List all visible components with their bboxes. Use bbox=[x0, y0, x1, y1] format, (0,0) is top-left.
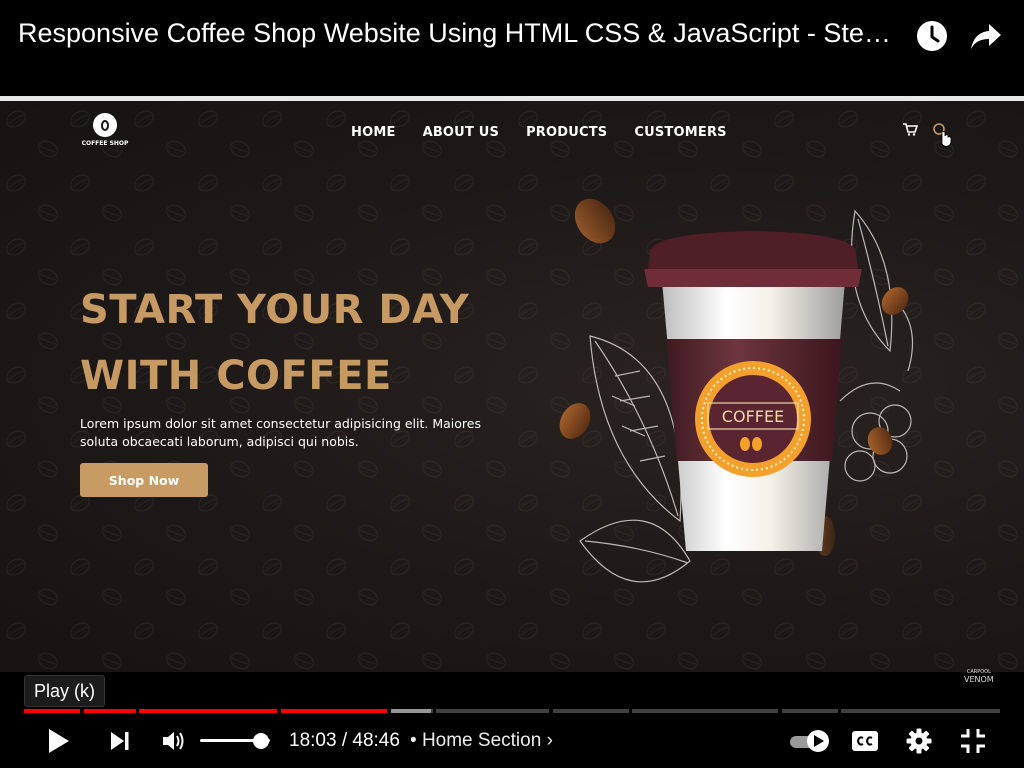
settings-button[interactable] bbox=[898, 720, 940, 762]
top-bar: Responsive Coffee Shop Website Using HTM… bbox=[0, 0, 1024, 96]
coffee-cup-illustration: COFFEE bbox=[559, 198, 914, 583]
video-frame[interactable]: COFFEE SHOP HOME ABOUT US PRODUCTS CUSTO… bbox=[0, 96, 1024, 672]
shop-now-button: Shop Now bbox=[80, 463, 208, 497]
site-icons bbox=[902, 122, 954, 148]
site-nav-about: ABOUT US bbox=[422, 125, 500, 140]
video-player[interactable]: Responsive Coffee Shop Website Using HTM… bbox=[0, 0, 1024, 768]
hero-paragraph: Lorem ipsum dolor sit amet consectetur a… bbox=[80, 416, 481, 449]
chapter-segment[interactable] bbox=[84, 709, 136, 713]
exit-fullscreen-button[interactable] bbox=[952, 720, 994, 762]
chapter-segment[interactable] bbox=[281, 709, 387, 713]
progress-bar[interactable] bbox=[24, 709, 1000, 713]
cup-label: COFFEE bbox=[722, 407, 784, 426]
captions-icon bbox=[852, 731, 878, 751]
duration: 48:46 bbox=[352, 730, 400, 751]
chapter-bullet: • bbox=[410, 730, 417, 751]
next-button[interactable] bbox=[100, 720, 140, 762]
chapter-segment[interactable] bbox=[139, 709, 277, 713]
coffee-bean bbox=[574, 198, 616, 244]
played-fill bbox=[281, 709, 387, 713]
watch-later-button[interactable] bbox=[912, 16, 952, 56]
current-time: 18:03 bbox=[289, 730, 337, 751]
volume-knob[interactable] bbox=[253, 733, 269, 749]
chapter-segment[interactable] bbox=[841, 709, 1000, 713]
chevron-right-icon: › bbox=[546, 730, 553, 751]
mute-button[interactable] bbox=[154, 720, 194, 762]
video-title[interactable]: Responsive Coffee Shop Website Using HTM… bbox=[18, 18, 898, 49]
chapter-segment[interactable] bbox=[632, 709, 778, 713]
volume-icon bbox=[163, 732, 184, 750]
chapter-segment[interactable] bbox=[782, 709, 838, 713]
played-fill bbox=[84, 709, 136, 713]
site-nav: HOME ABOUT US PRODUCTS CUSTOMERS bbox=[351, 125, 754, 140]
autoplay-toggle[interactable] bbox=[786, 720, 834, 762]
chapter-name: Home Section bbox=[421, 730, 542, 751]
site-logo: COFFEE SHOP bbox=[80, 113, 130, 147]
logo-text: COFFEE SHOP bbox=[81, 140, 129, 147]
volume-slider[interactable] bbox=[200, 733, 272, 749]
chapter-segment[interactable] bbox=[391, 709, 433, 713]
chapter-segment[interactable] bbox=[24, 709, 80, 713]
coffee-bean bbox=[867, 427, 893, 455]
next-icon bbox=[111, 732, 129, 750]
cart-icon bbox=[903, 123, 918, 136]
hero-heading-line1: START YOUR DAY bbox=[80, 287, 470, 333]
exit-fullscreen-icon bbox=[961, 729, 985, 753]
site-nav-customers: CUSTOMERS bbox=[634, 125, 727, 140]
player-controls: 18:03 / 48:46 • Home Section › bbox=[0, 720, 1024, 762]
recorded-website: COFFEE SHOP HOME ABOUT US PRODUCTS CUSTO… bbox=[0, 101, 1024, 672]
hero-heading-line2: WITH COFFEE bbox=[80, 353, 392, 399]
buffered-fill bbox=[391, 709, 431, 713]
clock-icon bbox=[917, 21, 947, 51]
site-nav-home: HOME bbox=[351, 125, 396, 140]
channel-watermark: CARPOOL VENOM bbox=[964, 669, 994, 684]
paper-cup: COFFEE bbox=[644, 231, 862, 551]
share-arrow-icon bbox=[971, 24, 1001, 49]
share-button[interactable] bbox=[966, 16, 1006, 56]
settings-gear-icon bbox=[906, 728, 932, 754]
played-fill bbox=[24, 709, 80, 713]
autoplay-toggle-icon bbox=[790, 730, 829, 752]
coffee-bean bbox=[559, 403, 591, 439]
play-button[interactable] bbox=[38, 720, 80, 762]
captions-button[interactable] bbox=[844, 720, 886, 762]
chapter-segment[interactable] bbox=[553, 709, 629, 713]
site-nav-products: PRODUCTS bbox=[526, 125, 608, 140]
play-icon bbox=[49, 729, 69, 753]
play-tooltip: Play (k) bbox=[24, 675, 106, 707]
played-fill bbox=[139, 709, 277, 713]
chapter-segment[interactable] bbox=[436, 709, 549, 713]
time-display: 18:03 / 48:46 bbox=[289, 730, 400, 751]
chapter-title[interactable]: • Home Section › bbox=[410, 730, 553, 752]
search-icon bbox=[933, 123, 952, 147]
